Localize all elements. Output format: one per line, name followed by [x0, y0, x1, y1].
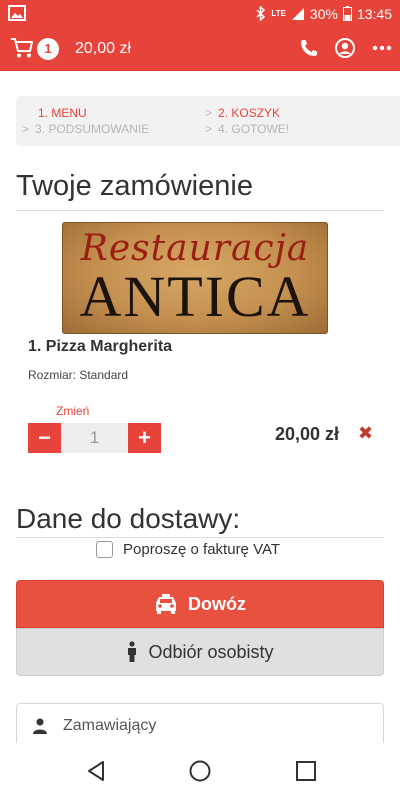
logo-line1: Restauracja [80, 228, 310, 269]
step-arrow: > [205, 106, 213, 120]
recents-icon[interactable] [294, 759, 318, 783]
signal-icon [291, 7, 304, 20]
gallery-notification-icon [8, 5, 26, 21]
person-icon [128, 641, 137, 662]
home-icon[interactable] [188, 759, 212, 783]
status-bar-right: LTE 30% 13:45 [256, 0, 392, 27]
logo-line2: ANTICA [79, 264, 311, 329]
pickup-button-label: Odbiór osobisty [148, 641, 274, 662]
step-menu[interactable]: 1. MENU [38, 106, 87, 120]
back-icon[interactable] [84, 759, 108, 783]
cart-icon[interactable] [10, 37, 34, 59]
item-size: Rozmiar: Standard [28, 368, 129, 382]
quantity-stepper: − 1 + [28, 423, 161, 453]
step-koszyk: >2. KOSZYK [205, 106, 280, 120]
pickup-button[interactable]: Odbiór osobisty [16, 628, 384, 676]
step-label: 1. MENU [38, 106, 87, 120]
more-icon[interactable] [371, 37, 393, 59]
change-link[interactable]: Zmień [56, 404, 89, 418]
item-price: 20,00 zł [275, 424, 340, 444]
order-title: Twoje zamówienie [16, 170, 253, 202]
checkout-steps: 1. MENU >2. KOSZYK >3. PODSUMOWANIE >4. … [16, 96, 400, 146]
quantity-input[interactable]: 1 [61, 423, 128, 453]
taxi-icon [156, 594, 176, 614]
bluetooth-icon [256, 6, 266, 21]
item-name: 1. Pizza Margherita [28, 338, 173, 355]
app-bar: 1 20,00 zł [0, 27, 400, 71]
account-icon[interactable] [334, 37, 356, 59]
status-bar: LTE 30% 13:45 [0, 0, 400, 27]
vat-label[interactable]: Poproszę o fakturę VAT [123, 541, 280, 558]
phone-icon[interactable] [298, 37, 320, 59]
user-icon [33, 718, 47, 734]
increase-quantity-button[interactable]: + [128, 423, 161, 453]
step-label: 2. KOSZYK [218, 106, 281, 120]
decrease-quantity-button[interactable]: − [28, 423, 61, 453]
step-gotowe: >4. GOTOWE! [205, 122, 289, 136]
step-label: 3. PODSUMOWANIE [35, 122, 150, 136]
orderer-placeholder: Zamawiający [63, 717, 157, 734]
cart-count-badge[interactable]: 1 [37, 38, 59, 60]
delivery-title: Dane do dostawy: [16, 503, 241, 534]
step-label: 4. GOTOWE! [218, 122, 290, 136]
navigation-bar [0, 743, 400, 800]
battery-percent: 30% [309, 5, 338, 22]
clock: 13:45 [356, 5, 392, 22]
remove-item-icon[interactable]: ✖ [358, 423, 373, 444]
divider [16, 210, 384, 211]
battery-icon [342, 6, 352, 21]
vat-invoice-option[interactable]: Poproszę o fakturę VAT [96, 538, 280, 560]
delivery-button-label: Dowóz [188, 593, 246, 614]
network-type-label: LTE [271, 8, 286, 18]
step-podsumowanie: >3. PODSUMOWANIE [22, 122, 149, 136]
cart-total[interactable]: 20,00 zł [75, 38, 131, 60]
vat-checkbox[interactable] [96, 540, 113, 558]
delivery-button[interactable]: Dowóz [16, 580, 384, 628]
step-arrow: > [205, 122, 213, 136]
restaurant-logo: Restauracja ANTICA [62, 222, 328, 334]
step-arrow: > [22, 122, 30, 136]
